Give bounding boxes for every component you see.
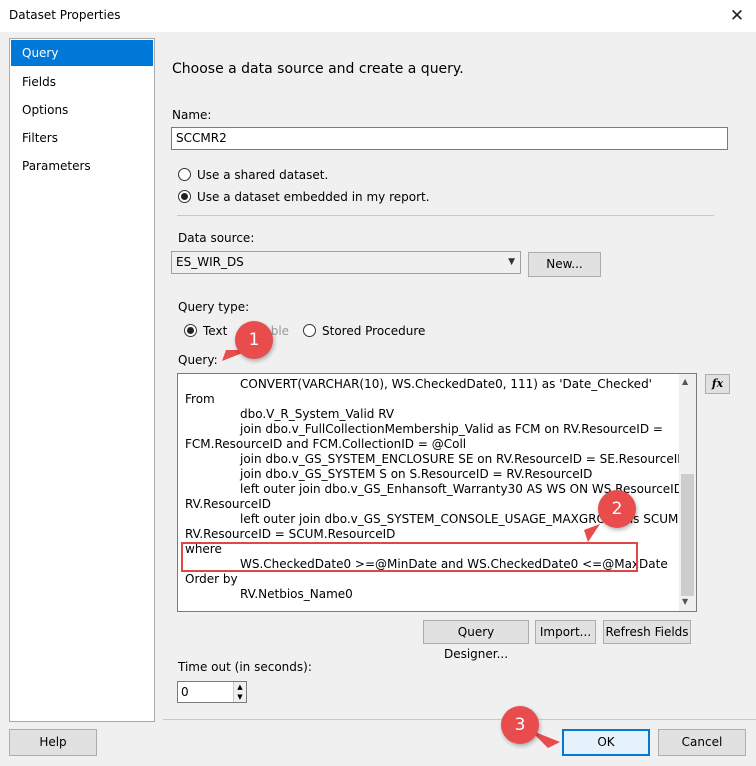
annotation-badge-1: 1: [235, 321, 273, 359]
annotation-badge-2: 2: [598, 490, 636, 528]
annotation-arrows: [222, 350, 600, 748]
annotation-badge-3: 3: [501, 706, 539, 744]
annotation-highlight-box: [181, 542, 638, 572]
annotation-arrow-2: [584, 524, 600, 542]
